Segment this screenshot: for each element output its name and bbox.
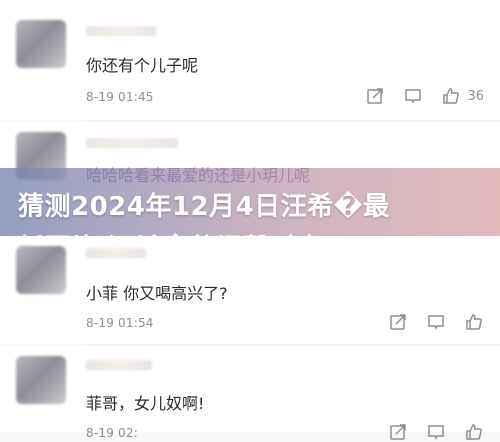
divider xyxy=(86,344,500,345)
comment-text: 小菲 你又喝高兴了? xyxy=(86,284,228,303)
share-button[interactable] xyxy=(365,86,385,106)
avatar[interactable] xyxy=(16,246,66,294)
comment-card-3: 小菲 你又喝高兴了? 8-19 01:54 xyxy=(0,236,500,344)
thumbs-up-icon xyxy=(443,88,460,104)
comment-text: 菲哥，女儿奴啊! xyxy=(86,394,205,413)
share-icon xyxy=(390,314,406,330)
comment-icon xyxy=(428,425,444,440)
reply-button[interactable] xyxy=(403,86,423,106)
like-button[interactable] xyxy=(464,312,484,332)
comment-actions xyxy=(388,312,484,332)
thumbs-up-icon xyxy=(466,314,482,330)
like-button[interactable]: 36 xyxy=(441,86,484,106)
banner-title-line-1: 猜测2024年12月4日汪希�最 xyxy=(18,192,390,222)
username-blurred xyxy=(86,138,178,148)
reply-button[interactable] xyxy=(426,422,446,442)
comment-time: 8-19 01:54 xyxy=(86,316,154,330)
like-button[interactable] xyxy=(464,422,484,442)
comment-time: 8-19 01:45 xyxy=(86,90,154,104)
avatar[interactable] xyxy=(16,356,66,404)
share-icon xyxy=(367,88,384,104)
comment-card-4: 菲哥，女儿奴啊! 8-19 02: xyxy=(0,346,500,440)
comment-actions: 36 xyxy=(365,86,484,106)
avatar[interactable] xyxy=(16,20,66,68)
comment-icon xyxy=(428,315,444,330)
comment-text: 你还有个儿子呢 xyxy=(86,56,199,75)
username-blurred xyxy=(86,360,152,370)
comment-card-1: 你还有个儿子呢 8-19 01:45 36 xyxy=(0,0,500,120)
share-icon xyxy=(390,424,406,440)
comment-icon xyxy=(405,89,422,104)
comment-actions xyxy=(388,422,484,442)
share-button[interactable] xyxy=(388,422,408,442)
comment-time: 8-19 02: xyxy=(86,426,138,440)
thumbs-up-icon xyxy=(466,424,482,440)
like-count: 36 xyxy=(467,88,484,104)
reply-button[interactable] xyxy=(426,312,446,332)
username-blurred xyxy=(86,248,146,258)
divider xyxy=(86,120,500,121)
share-button[interactable] xyxy=(388,312,408,332)
username-blurred xyxy=(86,26,156,36)
